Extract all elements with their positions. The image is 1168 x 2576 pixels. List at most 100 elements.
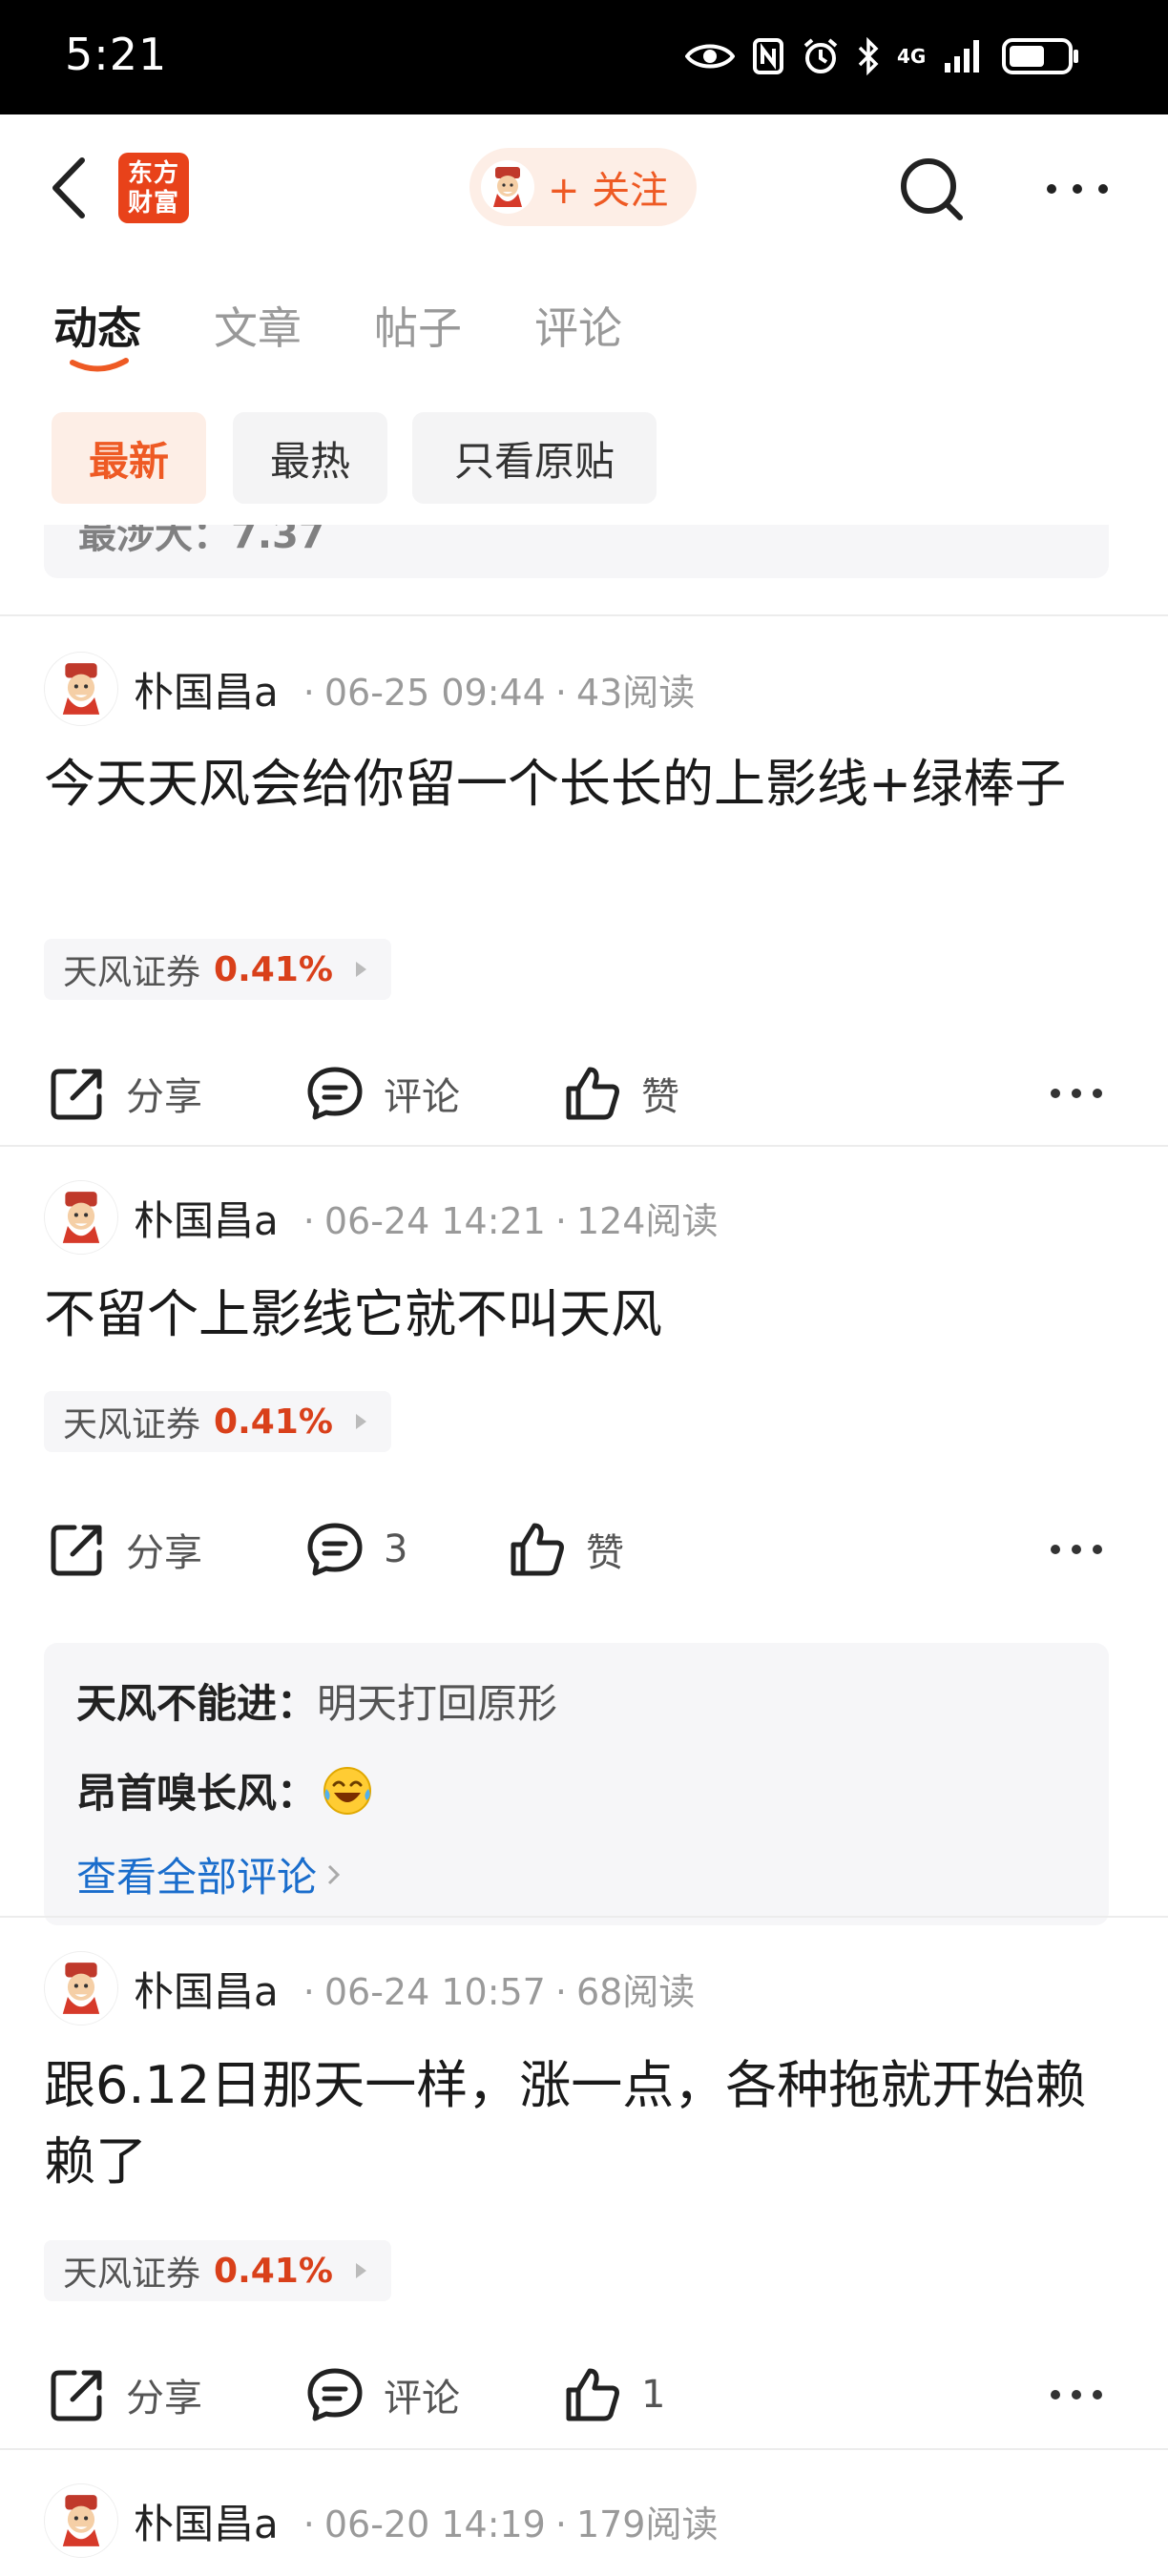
search-button[interactable] [897,155,968,225]
fortune-god-avatar-icon [62,1963,100,2014]
feed-list: 最涉大：7.37 朴国昌a · 06-25 09:44 · 43阅读 今天天风会给你留… [0,525,1168,2576]
stock-name: 天风证券 [63,2254,201,2294]
previous-card-text: 最涉大：7.37 [78,525,325,557]
author-name[interactable]: 朴国昌a [134,1960,279,2018]
stock-tag[interactable]: 天风证券 0.41% [44,939,391,1000]
triangle-right-icon [355,962,366,977]
comment-label: 评论 [384,2377,460,2420]
comment-button[interactable]: 评论 [305,1055,460,1132]
back-arrow-icon [52,157,85,218]
like-label: 赞 [586,1531,624,1575]
triangle-right-icon [355,2263,366,2278]
post-more-icon[interactable] [1048,1076,1105,1111]
content-tabs: 动态 文章 帖子 评论 [0,286,1168,372]
thumbs-up-icon [511,1523,564,1576]
view-all-comments-link[interactable]: 查看全部评论 [76,1845,342,1903]
stock-change: 0.41% [214,1402,333,1442]
follow-label: + 关注 [548,169,669,213]
post-text[interactable]: 今天天风会给你留一个长长的上影线+绿棒子 [44,746,1122,822]
avatar [481,160,534,214]
like-label: 赞 [641,1075,679,1119]
bluetooth-icon [858,37,879,75]
status-bar: 5:21 4G [0,0,1168,114]
triangle-right-icon [355,1414,366,1429]
like-button[interactable]: 赞 [508,1511,624,1588]
follow-button[interactable]: + 关注 [469,148,697,226]
share-icon [51,1069,102,1120]
filter-original-only[interactable]: 只看原贴 [412,412,657,504]
post-text[interactable]: 不留个上影线它就不叫天风 [44,1277,1122,1353]
avatar[interactable] [44,1180,118,1255]
comment-user[interactable]: 昂首嗅长风： [76,1761,317,1819]
tab-dynamics[interactable]: 动态 [53,294,141,357]
share-button[interactable]: 分享 [48,1511,202,1588]
share-button[interactable]: 分享 [48,1055,202,1132]
stock-name: 天风证券 [63,1405,201,1444]
like-button[interactable]: 1 [563,2357,665,2433]
post-meta: · 06-25 09:44 · 43阅读 [302,671,696,714]
read-count: 68阅读 [575,1970,696,2013]
comment-preview: 昂首嗅长风： [76,1761,374,1819]
post-card[interactable]: 朴国昌a · 06-25 09:44 · 43阅读 今天天风会给你留一个长长的上影线+… [0,616,1168,1120]
post-date: 06-24 14:21 [323,1199,546,1242]
post-meta: · 06-24 10:57 · 68阅读 [302,1970,696,2013]
share-button[interactable]: 分享 [48,2357,202,2433]
like-count: 1 [641,2373,666,2417]
stock-change: 0.41% [214,2251,333,2291]
battery-icon [1002,38,1078,74]
stock-name: 天风证券 [63,953,201,992]
avatar[interactable] [44,2483,118,2558]
filter-hottest[interactable]: 最热 [233,412,387,504]
post-date: 06-25 09:44 [323,671,546,714]
share-icon [51,1525,102,1576]
back-button[interactable] [46,155,94,221]
more-options-button[interactable] [1042,172,1113,206]
thumbs-up-icon [566,1067,619,1120]
tab-posts[interactable]: 帖子 [374,294,462,357]
post-header: 朴国昌a · 06-20 14:19 · 179阅读 [44,2483,718,2559]
comment-icon [307,1067,363,1120]
comment-icon [307,1523,363,1576]
read-count: 43阅读 [575,671,696,714]
comment-preview-box[interactable]: 天风不能进： 明天打回原形 昂首嗅长风： 查看全部评论 [44,1643,1109,1925]
filter-latest[interactable]: 最新 [52,412,206,504]
stock-tag[interactable]: 天风证券 0.41% [44,2240,391,2301]
post-text[interactable]: 跟6.12日那天一样，涨一点，各种拖就开始赖赖了 [44,2047,1122,2200]
like-button[interactable]: 赞 [563,1055,679,1132]
status-time: 5:21 [65,29,168,80]
post-card[interactable]: 朴国昌a · 06-24 14:21 · 124阅读 不留个上影线它就不叫天风 天风证… [0,1147,1168,1925]
comment-user[interactable]: 天风不能进： [76,1672,317,1730]
comment-button[interactable]: 评论 [305,2357,460,2433]
post-header: 朴国昌a · 06-25 09:44 · 43阅读 [44,651,695,727]
post-card[interactable]: 朴国昌a · 06-24 10:57 · 68阅读 跟6.12日那天一样，涨一点，各种… [0,1918,1168,2452]
author-name[interactable]: 朴国昌a [134,2492,279,2550]
post-card[interactable]: 朴国昌a · 06-20 14:19 · 179阅读 [0,2450,1168,2576]
app-logo-line1: 东方 [127,159,179,188]
tab-articles[interactable]: 文章 [214,294,302,357]
alarm-icon [803,38,838,73]
tab-comments[interactable]: 评论 [534,294,622,357]
view-all-label: 查看全部评论 [76,1854,318,1901]
more-dots-icon [1047,184,1108,194]
fortune-god-avatar-icon [493,167,522,207]
post-more-icon[interactable] [1048,2378,1105,2412]
author-name[interactable]: 朴国昌a [134,1189,279,1247]
read-count: 124阅读 [575,1199,719,1242]
comment-icon [307,2368,363,2421]
comment-label: 评论 [384,1075,460,1119]
avatar[interactable] [44,1951,118,2025]
app-logo: 东方 财富 [118,153,189,223]
share-label: 分享 [126,2377,202,2420]
eye-icon [685,44,735,69]
stock-change: 0.41% [214,949,333,989]
comment-button[interactable]: 3 [305,1511,407,1588]
sort-filters: 最新 最热 只看原贴 [0,412,1168,504]
stock-tag[interactable]: 天风证券 0.41% [44,1391,391,1452]
post-date: 06-20 14:19 [323,2503,546,2545]
post-meta: · 06-20 14:19 · 179阅读 [302,2503,719,2545]
author-name[interactable]: 朴国昌a [134,660,279,718]
avatar[interactable] [44,652,118,726]
read-count: 179阅读 [575,2503,719,2545]
status-icons: 4G [685,32,1080,80]
post-more-icon[interactable] [1048,1532,1105,1567]
